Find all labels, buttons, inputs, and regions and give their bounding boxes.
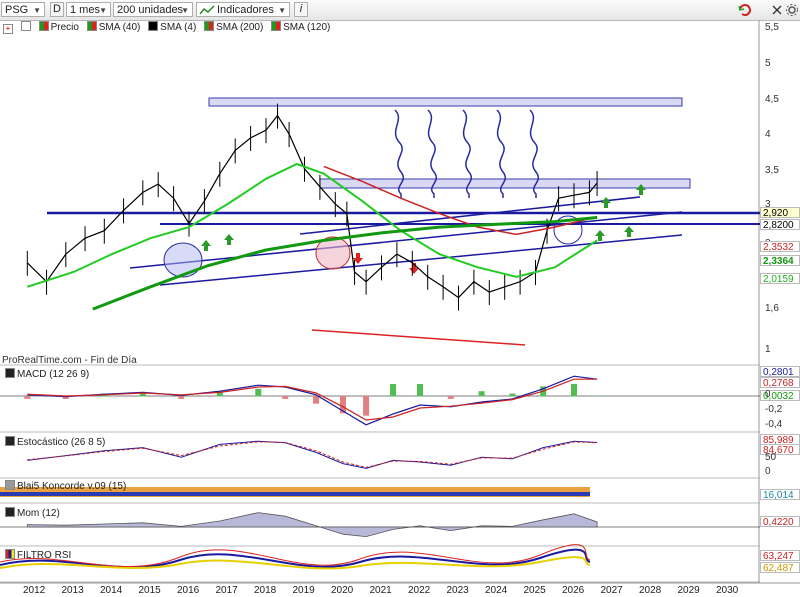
tag-price-last: 2,920 [760, 207, 800, 219]
macd-histogram-bar [282, 396, 289, 399]
koncorde-label: Blai5 Koncorde v.09 (15) [2, 480, 126, 492]
tag-macd1: 0,2801 [760, 366, 800, 378]
macd-histogram-bar [139, 393, 146, 397]
x-tick-label: 2012 [23, 585, 46, 596]
x-tick-label: 2018 [254, 585, 277, 596]
x-tick-label: 2022 [408, 585, 431, 596]
x-tick-label: 2025 [523, 585, 546, 596]
x-tick-label: 2016 [177, 585, 200, 596]
macd-histogram-bar [478, 391, 485, 397]
price-tick: 1 [765, 344, 771, 355]
macd-histogram-bar [313, 396, 320, 404]
stoch-d-line [27, 441, 598, 468]
mom-area [26, 512, 598, 538]
up-arrow-icon [601, 197, 611, 208]
stoch-tick: 50 [765, 452, 777, 463]
price-tick: 4,5 [765, 94, 779, 105]
macd-histogram-bar [509, 393, 516, 397]
price-tick: 4 [765, 129, 771, 140]
tag-sma40: 2,0159 [760, 273, 800, 285]
stoch-swatch [5, 436, 15, 446]
tag-rsi1: 63,247 [760, 550, 800, 562]
tag-rsi2: 62,487 [760, 562, 800, 574]
stoch-k-line [27, 440, 598, 469]
rsi-swatch [5, 549, 15, 559]
x-tick-label: 2013 [61, 585, 84, 596]
macd-tick: -0,2 [765, 404, 783, 415]
macd-histogram-bar [390, 384, 397, 397]
rsi-line [0, 544, 591, 567]
tag-line-a: 2,8200 [760, 219, 800, 231]
macd-label: MACD (12 26 9) [2, 368, 89, 380]
stoch-tick: 0 [765, 466, 771, 477]
macd-line [27, 375, 598, 426]
x-tick-label: 2023 [446, 585, 469, 596]
x-tick-label: 2024 [485, 585, 508, 596]
macd-histogram-bar [255, 388, 262, 397]
highlight-ellipse [163, 242, 203, 278]
macd-signal-line [27, 378, 598, 421]
tag-sma200: 2,3364 [760, 255, 800, 267]
x-tick-label: 2027 [600, 585, 623, 596]
mom-swatch [5, 507, 15, 517]
mom-title: Mom (12) [17, 508, 60, 519]
macd-title: MACD (12 26 9) [17, 369, 90, 380]
resistance-zone [208, 97, 683, 107]
watermark: ProRealTime.com - Fin de Día [2, 355, 137, 366]
macd-histogram-bar [447, 396, 454, 399]
macd-histogram-bar [571, 384, 577, 397]
tag-macd2: 0,2768 [760, 377, 800, 389]
stoch-title: Estocástico (26 8 5) [17, 437, 106, 448]
price-tick: 5 [765, 58, 771, 69]
stoch-label: Estocástico (26 8 5) [2, 436, 105, 448]
up-arrow-icon [201, 240, 211, 251]
x-tick-label: 2021 [369, 585, 392, 596]
price-tick: 1,6 [765, 303, 779, 314]
x-tick-label: 2026 [562, 585, 585, 596]
macd-histogram-bar [594, 396, 601, 397]
x-tick-label: 2019 [292, 585, 315, 596]
price-tick: 3,5 [765, 165, 779, 176]
tag-sma120: 2,3532 [760, 241, 800, 253]
macd-histogram-bar [363, 396, 370, 416]
x-tick-label: 2020 [331, 585, 354, 596]
macd-histogram-bar [24, 396, 31, 399]
koncorde-title: Blai5 Koncorde v.09 (15) [17, 481, 127, 492]
mom-label: Mom (12) [2, 507, 60, 519]
trend-line [311, 329, 526, 346]
x-tick-label: 2029 [677, 585, 700, 596]
x-tick-label: 2017 [215, 585, 238, 596]
macd-tick: -0,4 [765, 419, 783, 430]
x-tick-label: 2015 [138, 585, 161, 596]
rsi-line [0, 548, 591, 569]
koncorde-swatch [5, 480, 15, 490]
up-arrow-icon [624, 226, 634, 237]
tag-mom: 0,4220 [760, 516, 800, 528]
macd-swatch [5, 368, 15, 378]
up-arrow-icon [595, 230, 605, 241]
x-tick-label: 2028 [639, 585, 662, 596]
x-tick-label: 2014 [100, 585, 123, 596]
up-arrow-icon [224, 234, 234, 245]
x-tick-label: 2030 [716, 585, 739, 596]
price-tick: 5,5 [765, 22, 779, 33]
rsi-label: FILTRO RSI [2, 549, 71, 561]
macd-histogram-bar [417, 384, 423, 397]
koncorde-band [0, 492, 590, 496]
tag-koncorde: 16,014 [760, 489, 800, 501]
chart-canvas[interactable] [0, 0, 800, 597]
macd-histogram-bar [178, 396, 185, 399]
macd-tick: 0 [765, 389, 771, 400]
rsi-title: FILTRO RSI [17, 550, 72, 561]
